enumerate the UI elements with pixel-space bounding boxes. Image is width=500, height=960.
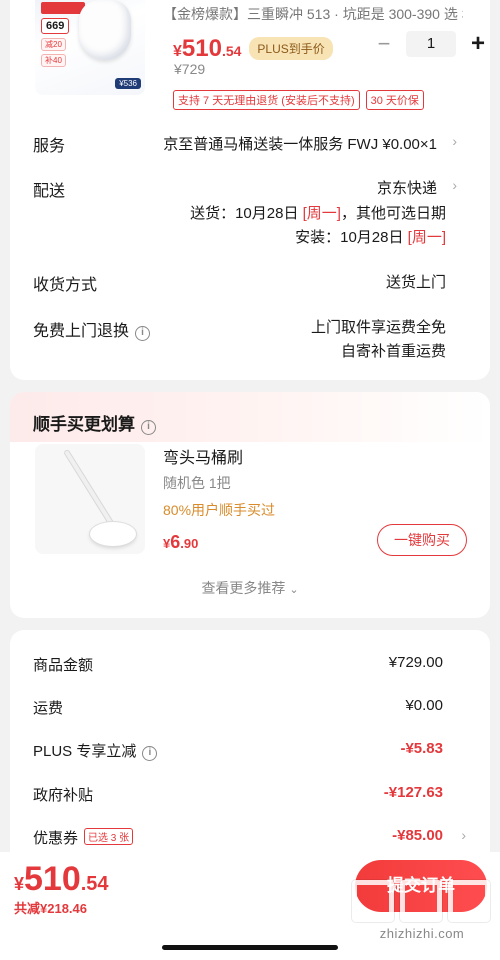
watermark-glyph [447,879,491,923]
coupon-selected-tag: 已选 3 张 [84,828,134,845]
delivery-carrier[interactable]: 京东快递 [377,177,437,198]
goods-amount-label: 商品金额 [33,657,94,674]
addon-price-symbol: ¥ [163,536,171,551]
watermark-text: zhizhizhi.com [379,926,465,941]
addon-variant: 随机色 1把 [163,475,231,491]
watermark-glyph [351,879,395,923]
coupon-label: 优惠券 已选 3 张 [33,827,134,848]
service-tags: 支持 7 天无理由退货 (安装后不支持) 30 天价保 [173,90,424,110]
total-price-integer: 510 [24,860,81,898]
subsidy-label: 政府补贴 [33,787,94,804]
addon-name[interactable]: 弯头马桶刷 [163,444,243,468]
tag-price-protect: 30 天价保 [365,90,424,110]
ship-date-suffix: ，其他可选日期 [340,205,446,222]
thumb-sub-1: 减20 [41,38,66,51]
info-icon[interactable]: i [141,420,156,435]
total-price-symbol: ¥ [14,874,25,894]
addon-title-text: 顺手买更划算 [33,415,135,434]
ship-date-prefix: 送货：10月28日 [190,205,303,222]
tag-return-policy: 支持 7 天无理由退货 (安装后不支持) [173,90,360,110]
product-price: ¥ 510 .54 PLUS到手价 [173,35,333,63]
product-image[interactable]: 669 减20 补40 ¥536 [35,0,145,95]
plus-discount-label: PLUS 专享立减 i [33,740,158,761]
chevron-right-icon[interactable]: › [452,133,457,149]
goods-amount-value: ¥729.00 [388,654,443,671]
shipping-label: 运费 [33,700,64,717]
plus-discount-value: -¥5.83 [400,740,443,757]
addon-card: 顺手买更划算 i 弯头马桶刷 随机色 1把 80%用户顺手买过 ¥ 6 .90 一… [10,392,490,618]
site-watermark: zhizhizhi.com [351,879,492,950]
thumb-price: 669 [41,18,70,34]
install-date-prefix: 安装：10月28日 [295,229,408,246]
ship-date[interactable]: 送货：10月28日 [周一]，其他可选日期 [190,202,446,223]
return-label: 免费上门退换 i [33,317,151,341]
info-icon[interactable]: i [135,326,151,341]
return-label-text: 免费上门退换 [33,323,130,340]
addon-price-integer: 6 [170,532,181,552]
quantity-stepper: − 1 + [374,30,488,58]
see-more-label: 查看更多推荐 [201,580,286,596]
toilet-illustration [79,0,131,60]
minus-icon[interactable]: − [374,31,394,57]
watermark-glyph [399,879,443,923]
price-decimal: .54 [221,43,242,59]
thumb-badge [41,2,85,14]
home-indicator [162,945,338,950]
chevron-down-icon: ⌄ [289,584,299,596]
service-label: 服务 [33,138,66,155]
quantity-field[interactable]: 1 [406,31,456,57]
original-price: ¥729 [174,61,206,77]
addon-title: 顺手买更划算 i [33,410,156,435]
price-symbol: ¥ [173,43,182,60]
thumb-foot-price: ¥536 [115,78,141,89]
install-date[interactable]: 安装：10月28日 [周一] [295,226,446,247]
return-line-2: 自寄补首重运费 [340,343,446,360]
delivery-label: 配送 [33,183,66,200]
service-value[interactable]: 京至普通马桶送装一体服务 FWJ ¥0.00×1 [163,133,437,154]
one-click-buy-button[interactable]: 一键购买 [377,524,467,556]
coupon-value[interactable]: -¥85.00 [392,827,443,844]
return-line-1: 上门取件享运费全免 [310,319,446,336]
subsidy-value: -¥127.63 [383,784,443,801]
see-more-link[interactable]: 查看更多推荐 ⌄ [10,578,490,598]
chevron-right-icon[interactable]: › [452,177,457,193]
total-saved[interactable]: 共减¥218.46 [14,898,87,917]
total-price: ¥ 510 .54 [14,860,109,899]
plus-discount-text: PLUS 专享立减 [33,743,137,760]
amount-card: 商品金额 ¥729.00 运费 ¥0.00 PLUS 专享立减 i -¥5.83 … [10,630,490,890]
install-day: [周一] [407,229,446,246]
receive-value[interactable]: 送货上门 [386,271,446,292]
addon-price-decimal: .90 [180,536,199,551]
chevron-right-icon[interactable]: › [461,827,466,843]
brush-head [90,522,136,546]
plus-icon[interactable]: + [468,30,488,58]
total-price-decimal: .54 [80,873,109,895]
receive-label: 收货方式 [33,277,98,294]
addon-price: ¥ 6 .90 [163,532,198,553]
ship-day: [周一] [302,205,341,222]
addon-popularity: 80%用户顺手买过 [163,502,276,518]
plus-price-badge: PLUS到手价 [249,37,333,60]
product-title[interactable]: 【金榜爆款】三重瞬冲 513 · 坑距是 300-390 选 305 [163,4,463,24]
addon-image[interactable] [35,444,145,554]
product-card: 669 减20 补40 ¥536 【金榜爆款】三重瞬冲 513 · 坑距是 30… [10,0,490,380]
coupon-text: 优惠券 [33,830,79,847]
info-icon[interactable]: i [142,746,158,761]
price-integer: 510 [181,35,222,62]
shipping-value: ¥0.00 [405,697,443,714]
thumb-sub-2: 补40 [41,54,66,67]
